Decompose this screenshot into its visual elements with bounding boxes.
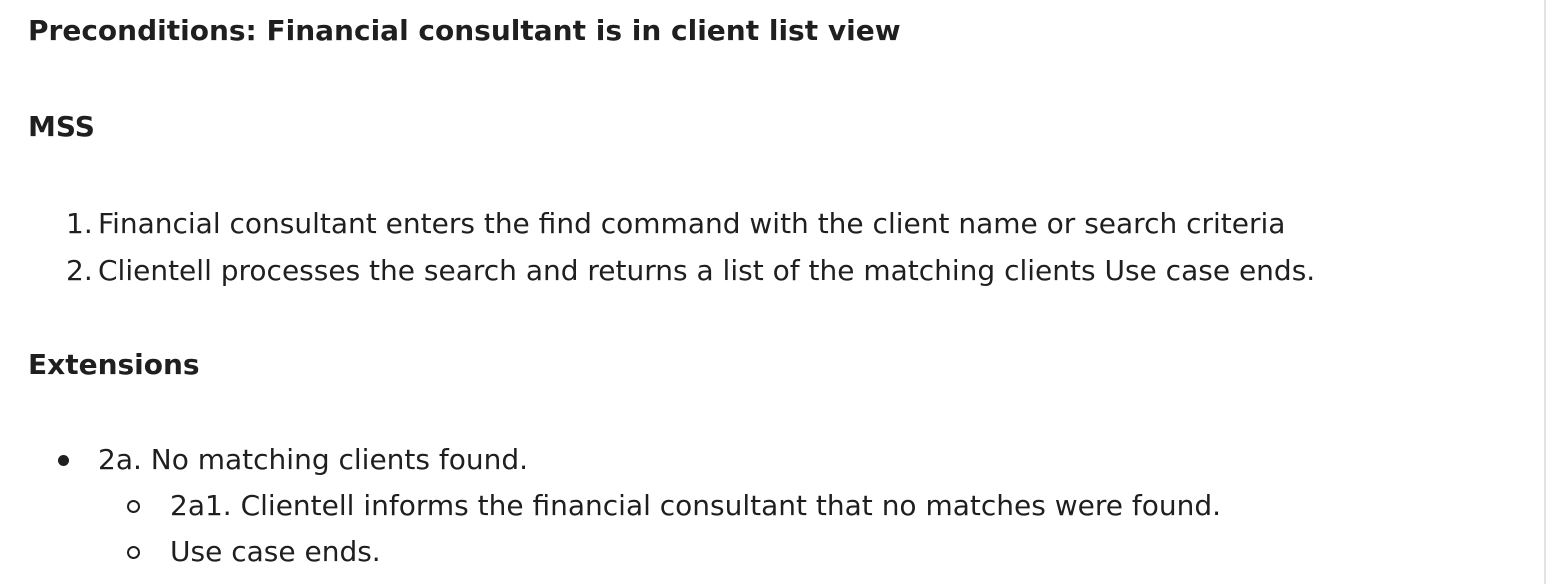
bullet-disc-icon bbox=[58, 455, 69, 466]
bullet-circle-icon bbox=[127, 500, 140, 513]
extensions-heading: Extensions bbox=[28, 348, 200, 381]
preconditions-heading: Preconditions: Financial consultant is i… bbox=[28, 14, 901, 47]
page-edge-divider bbox=[1544, 0, 1546, 584]
extension-sub-item-text: 2a1. Clientell informs the financial con… bbox=[170, 489, 1222, 522]
extension-sub-list: 2a1. Clientell informs the financial con… bbox=[98, 483, 1508, 575]
bullet-circle-icon bbox=[127, 546, 140, 559]
mss-step-number: 1. bbox=[66, 207, 93, 240]
use-case-content: Preconditions: Financial consultant is i… bbox=[28, 12, 1508, 575]
mss-step-text: Clientell processes the search and retur… bbox=[98, 254, 1316, 287]
mss-step: 1. Financial consultant enters the find … bbox=[28, 200, 1508, 247]
extension-item: 2a. No matching clients found. 2a1. Clie… bbox=[28, 436, 1508, 575]
mss-step-number: 2. bbox=[66, 254, 93, 287]
mss-heading: MSS bbox=[28, 110, 95, 143]
document-page: Preconditions: Financial consultant is i… bbox=[0, 0, 1546, 584]
mss-step-text: Financial consultant enters the find com… bbox=[98, 207, 1286, 240]
extension-sub-item: 2a1. Clientell informs the financial con… bbox=[98, 483, 1508, 529]
mss-step: 2. Clientell processes the search and re… bbox=[28, 247, 1508, 294]
mss-step-list: 1. Financial consultant enters the find … bbox=[28, 200, 1508, 294]
extension-sub-item: Use case ends. bbox=[98, 529, 1508, 575]
extension-item-text: 2a. No matching clients found. bbox=[98, 443, 529, 476]
extensions-list: 2a. No matching clients found. 2a1. Clie… bbox=[28, 436, 1508, 575]
extension-sub-item-text: Use case ends. bbox=[170, 535, 381, 568]
